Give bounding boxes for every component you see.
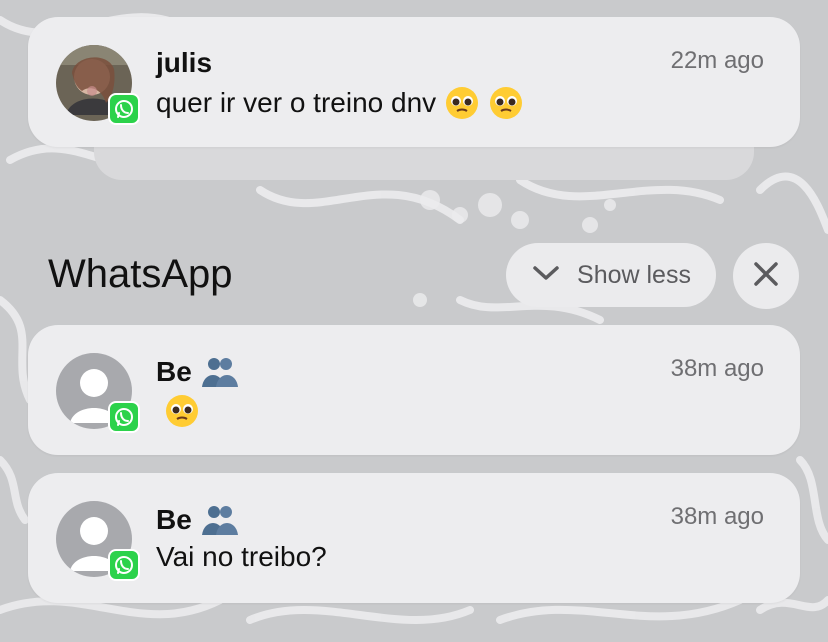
hugging-people-icon: [200, 355, 240, 389]
whatsapp-icon: [108, 93, 140, 125]
show-less-label: Show less: [577, 260, 691, 289]
close-icon: [753, 261, 779, 292]
pleading-face-icon: [164, 393, 200, 429]
hugging-people-icon: [200, 503, 240, 537]
notification-time: 22m ago: [670, 47, 764, 74]
whatsapp-icon: [108, 401, 140, 433]
pleading-face-icon: [444, 85, 480, 121]
chevron-down-icon: [531, 261, 561, 290]
notification-time: 38m ago: [670, 503, 764, 530]
notification-message: [156, 393, 200, 429]
group-title: WhatsApp: [48, 252, 233, 296]
notification-sender: julis: [156, 47, 213, 78]
notification-card-julis[interactable]: julis 22m ago quer ir ver o treino dnv: [28, 17, 800, 147]
close-button[interactable]: [733, 243, 799, 309]
notification-message: quer ir ver o treino dnv: [156, 85, 524, 121]
notification-card-be-2[interactable]: Be 38m ago Vai no treibo?: [28, 473, 800, 603]
whatsapp-icon: [108, 549, 140, 581]
notification-message: Vai no treibo?: [156, 541, 327, 572]
notification-sender: Be: [156, 503, 240, 537]
show-less-button[interactable]: Show less: [506, 243, 716, 307]
notification-card-be-1[interactable]: Be 38m ago: [28, 325, 800, 455]
pleading-face-icon: [488, 85, 524, 121]
notification-sender: Be: [156, 355, 240, 389]
notification-time: 38m ago: [670, 355, 764, 382]
